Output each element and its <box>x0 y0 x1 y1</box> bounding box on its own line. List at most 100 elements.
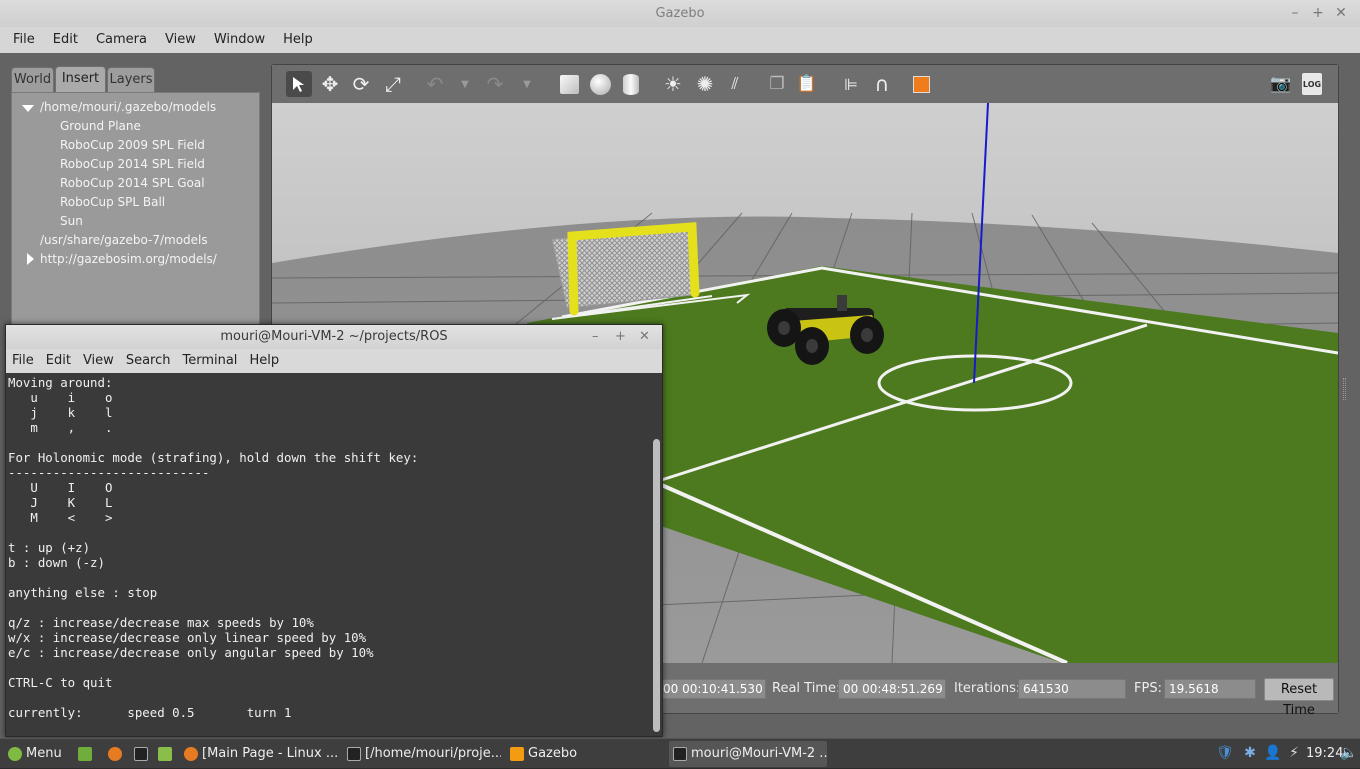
menu-view[interactable]: View <box>156 27 205 53</box>
terminal-menubar: File Edit View Search Terminal Help <box>6 349 662 373</box>
start-menu-label: Menu <box>26 746 62 761</box>
firefox-window-icon <box>184 746 198 761</box>
bluetooth-icon[interactable]: ✱ <box>1242 745 1258 761</box>
menu-camera[interactable]: Camera <box>87 27 156 53</box>
tree-item-model[interactable]: RoboCup 2014 SPL Field <box>60 157 205 171</box>
tree-root-online-models[interactable]: http://gazebosim.org/models/ <box>40 252 217 266</box>
mint-logo-icon <box>8 746 22 761</box>
terminal-menu-help[interactable]: Help <box>241 349 283 373</box>
terminal-menu-view[interactable]: View <box>75 349 118 373</box>
gazebo-window-icon <box>510 746 524 761</box>
fps-label: FPS: <box>1134 681 1162 696</box>
select-mode-icon[interactable] <box>286 71 312 97</box>
close-icon[interactable]: ✕ <box>1330 0 1352 27</box>
shield-icon[interactable]: 🛡 <box>1216 745 1234 761</box>
real-time-label: Real Time: <box>772 681 841 696</box>
terminal-titlebar: mouri@Mouri-VM-2 ~/projects/ROS – + ✕ <box>6 325 662 349</box>
clock[interactable]: 19:24 <box>1306 739 1343 769</box>
directional-light-icon[interactable]: ⫽ <box>722 71 748 97</box>
terminal-menu-search[interactable]: Search <box>118 349 175 373</box>
redo-dropdown-icon[interactable]: ▼ <box>514 71 540 97</box>
terminal-scrollbar[interactable] <box>651 373 662 736</box>
user-icon[interactable]: 👤 <box>1264 745 1281 761</box>
terminal-output[interactable]: Moving around: u i o j k l m , . For Hol… <box>6 373 650 736</box>
translate-mode-icon[interactable]: ✥ <box>317 71 343 97</box>
editor-window-icon <box>347 746 361 761</box>
tab-insert[interactable]: Insert <box>55 66 106 92</box>
terminal-window: mouri@Mouri-VM-2 ~/projects/ROS – + ✕ Fi… <box>5 324 663 737</box>
undo-dropdown-icon[interactable]: ▼ <box>452 71 478 97</box>
log-icon[interactable]: LOG <box>1302 73 1322 95</box>
taskbar-window-label: [Main Page - Linux ... <box>202 746 338 761</box>
files-icon[interactable] <box>154 741 174 767</box>
network-icon[interactable]: ⚡ <box>1286 745 1302 761</box>
terminal-launcher-icon[interactable] <box>130 741 150 767</box>
terminal-menu-file[interactable]: File <box>6 349 38 373</box>
tree-item-model[interactable]: RoboCup 2014 SPL Goal <box>60 176 205 190</box>
start-menu-button[interactable]: Menu <box>4 741 66 767</box>
undo-icon[interactable]: ↶ <box>422 71 448 97</box>
minimize-icon[interactable]: – <box>1284 0 1306 27</box>
paste-icon[interactable]: 📋 <box>794 71 820 97</box>
tab-world[interactable]: World <box>11 67 54 92</box>
tree-item-model[interactable]: Sun <box>60 214 83 228</box>
tree-item-model[interactable]: Ground Plane <box>60 119 141 133</box>
maximize-icon[interactable]: + <box>1307 0 1329 27</box>
menu-file[interactable]: File <box>0 27 44 53</box>
terminal-title: mouri@Mouri-VM-2 ~/projects/ROS <box>220 329 448 344</box>
snap-icon[interactable]: ∩ <box>869 71 895 97</box>
show-desktop-icon[interactable] <box>74 741 94 767</box>
tree-item-model[interactable]: RoboCup 2009 SPL Field <box>60 138 205 152</box>
terminal-menu-edit[interactable]: Edit <box>38 349 75 373</box>
sphere-shape-icon[interactable] <box>587 71 613 97</box>
real-time-field: 00 00:48:51.269 <box>838 679 946 699</box>
tree-item-model[interactable]: RoboCup SPL Ball <box>60 195 165 209</box>
menu-help[interactable]: Help <box>274 27 322 53</box>
taskbar-window-label: Gazebo <box>528 746 578 761</box>
scene-toolbar: ✥ ⟳ ⤢ ↶ ▼ ↷ ▼ ☀ ✺ ⫽ ❐ 📋 ⊫ ∩ 📷 LOG <box>272 65 1338 103</box>
terminal-maximize-icon[interactable]: + <box>615 325 626 349</box>
iterations-label: Iterations: <box>954 681 1021 696</box>
taskbar-window-firefox[interactable]: [Main Page - Linux ... <box>180 741 338 767</box>
terminal-scroll-thumb[interactable] <box>653 439 660 732</box>
view-angle-icon[interactable] <box>908 71 934 97</box>
terminal-text: Moving around: u i o j k l m , . For Hol… <box>8 375 419 720</box>
window-titlebar: Gazebo <box>0 0 1360 27</box>
taskbar-window-editor[interactable]: [/home/mouri/proje... <box>343 741 501 767</box>
align-icon[interactable]: ⊫ <box>838 71 864 97</box>
firefox-icon[interactable] <box>104 741 124 767</box>
terminal-window-icon <box>673 746 687 761</box>
taskbar-window-label: mouri@Mouri-VM-2 ... <box>691 746 827 761</box>
menu-window[interactable]: Window <box>205 27 274 53</box>
taskbar-window-label: [/home/mouri/proje... <box>365 746 501 761</box>
tab-layers[interactable]: Layers <box>107 67 155 92</box>
collapse-arrow-icon[interactable] <box>27 253 34 265</box>
insert-panel: /home/mouri/.gazebo/models Ground Plane … <box>11 92 260 332</box>
menu-edit[interactable]: Edit <box>44 27 87 53</box>
tree-root-share-models[interactable]: /usr/share/gazebo-7/models <box>40 233 208 247</box>
redo-icon[interactable]: ↷ <box>482 71 508 97</box>
expand-arrow-icon[interactable] <box>22 105 34 112</box>
sim-time-field: 00 00:10:41.530 <box>658 679 766 699</box>
point-light-icon[interactable]: ☀ <box>660 71 686 97</box>
spot-light-icon[interactable]: ✺ <box>692 71 718 97</box>
window-title: Gazebo <box>655 6 705 21</box>
box-shape-icon[interactable] <box>556 71 582 97</box>
volume-icon[interactable]: 🔈 <box>1340 745 1357 761</box>
rotate-mode-icon[interactable]: ⟳ <box>348 71 374 97</box>
fps-field: 19.5618 <box>1164 679 1256 699</box>
terminal-menu-terminal[interactable]: Terminal <box>174 349 241 373</box>
scale-mode-icon[interactable]: ⤢ <box>380 71 406 97</box>
taskbar-window-terminal[interactable]: mouri@Mouri-VM-2 ... <box>669 741 827 767</box>
terminal-minimize-icon[interactable]: – <box>592 325 599 349</box>
copy-icon[interactable]: ❐ <box>764 71 790 97</box>
taskbar-window-gazebo[interactable]: Gazebo <box>506 741 664 767</box>
taskbar: Menu [Main Page - Linux ... [/home/mouri… <box>0 738 1360 768</box>
reset-time-button[interactable]: Reset Time <box>1264 678 1334 718</box>
cylinder-shape-icon[interactable] <box>618 71 644 97</box>
screenshot-icon[interactable]: 📷 <box>1268 71 1294 97</box>
tree-root-home-models[interactable]: /home/mouri/.gazebo/models <box>40 100 216 114</box>
splitter-handle[interactable] <box>1343 378 1346 400</box>
iterations-field: 641530 <box>1018 679 1126 699</box>
terminal-close-icon[interactable]: ✕ <box>639 325 650 349</box>
